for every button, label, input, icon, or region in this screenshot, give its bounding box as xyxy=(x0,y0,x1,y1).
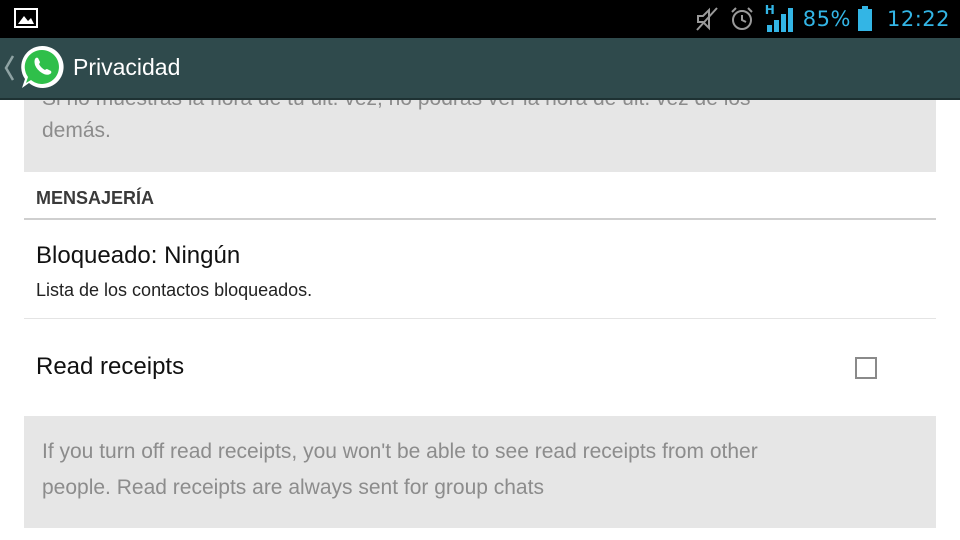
action-bar: Privacidad xyxy=(0,38,960,100)
read-receipts-info-box: If you turn off read receipts, you won't… xyxy=(24,416,936,528)
page-title: Privacidad xyxy=(73,54,181,80)
signal-indicator: H xyxy=(765,3,793,33)
blocked-summary: Lista de los contactos bloqueados. xyxy=(36,280,313,300)
battery-percent: 85% xyxy=(802,7,851,31)
battery-icon xyxy=(857,6,872,31)
read-receipts-note-line2: people. Read receipts are always sent fo… xyxy=(42,476,544,499)
read-receipts-pref[interactable]: Read receipts xyxy=(24,320,936,412)
status-bar: H 85% 12:22 xyxy=(0,0,960,38)
read-receipts-note-line1: If you turn off read receipts, you won't… xyxy=(42,440,758,463)
clock: 12:22 xyxy=(886,7,950,31)
last-seen-note-line2: demás. xyxy=(42,119,111,142)
last-seen-note-line1: Si no muestras la hora de tu últ. vez, n… xyxy=(42,100,751,111)
settings-list[interactable]: Si no muestras la hora de tu últ. vez, n… xyxy=(0,100,960,540)
image-notification-icon xyxy=(14,8,38,28)
alarm-icon xyxy=(731,7,753,30)
section-header-label: MENSAJERÍA xyxy=(36,188,155,208)
whatsapp-logo-icon[interactable] xyxy=(18,43,66,91)
mute-icon xyxy=(696,7,718,31)
blocked-title: Bloqueado: Ningún xyxy=(36,242,241,269)
read-receipts-checkbox[interactable] xyxy=(855,357,877,379)
last-seen-info-box: Si no muestras la hora de tu últ. vez, n… xyxy=(24,100,936,172)
signal-icon xyxy=(766,8,793,32)
read-receipts-title: Read receipts xyxy=(36,353,185,380)
blocked-contacts-pref[interactable]: Bloqueado: Ningún Lista de los contactos… xyxy=(24,230,936,319)
back-chevron-icon[interactable] xyxy=(3,52,15,84)
messaging-section-header: MENSAJERÍA xyxy=(24,186,936,220)
